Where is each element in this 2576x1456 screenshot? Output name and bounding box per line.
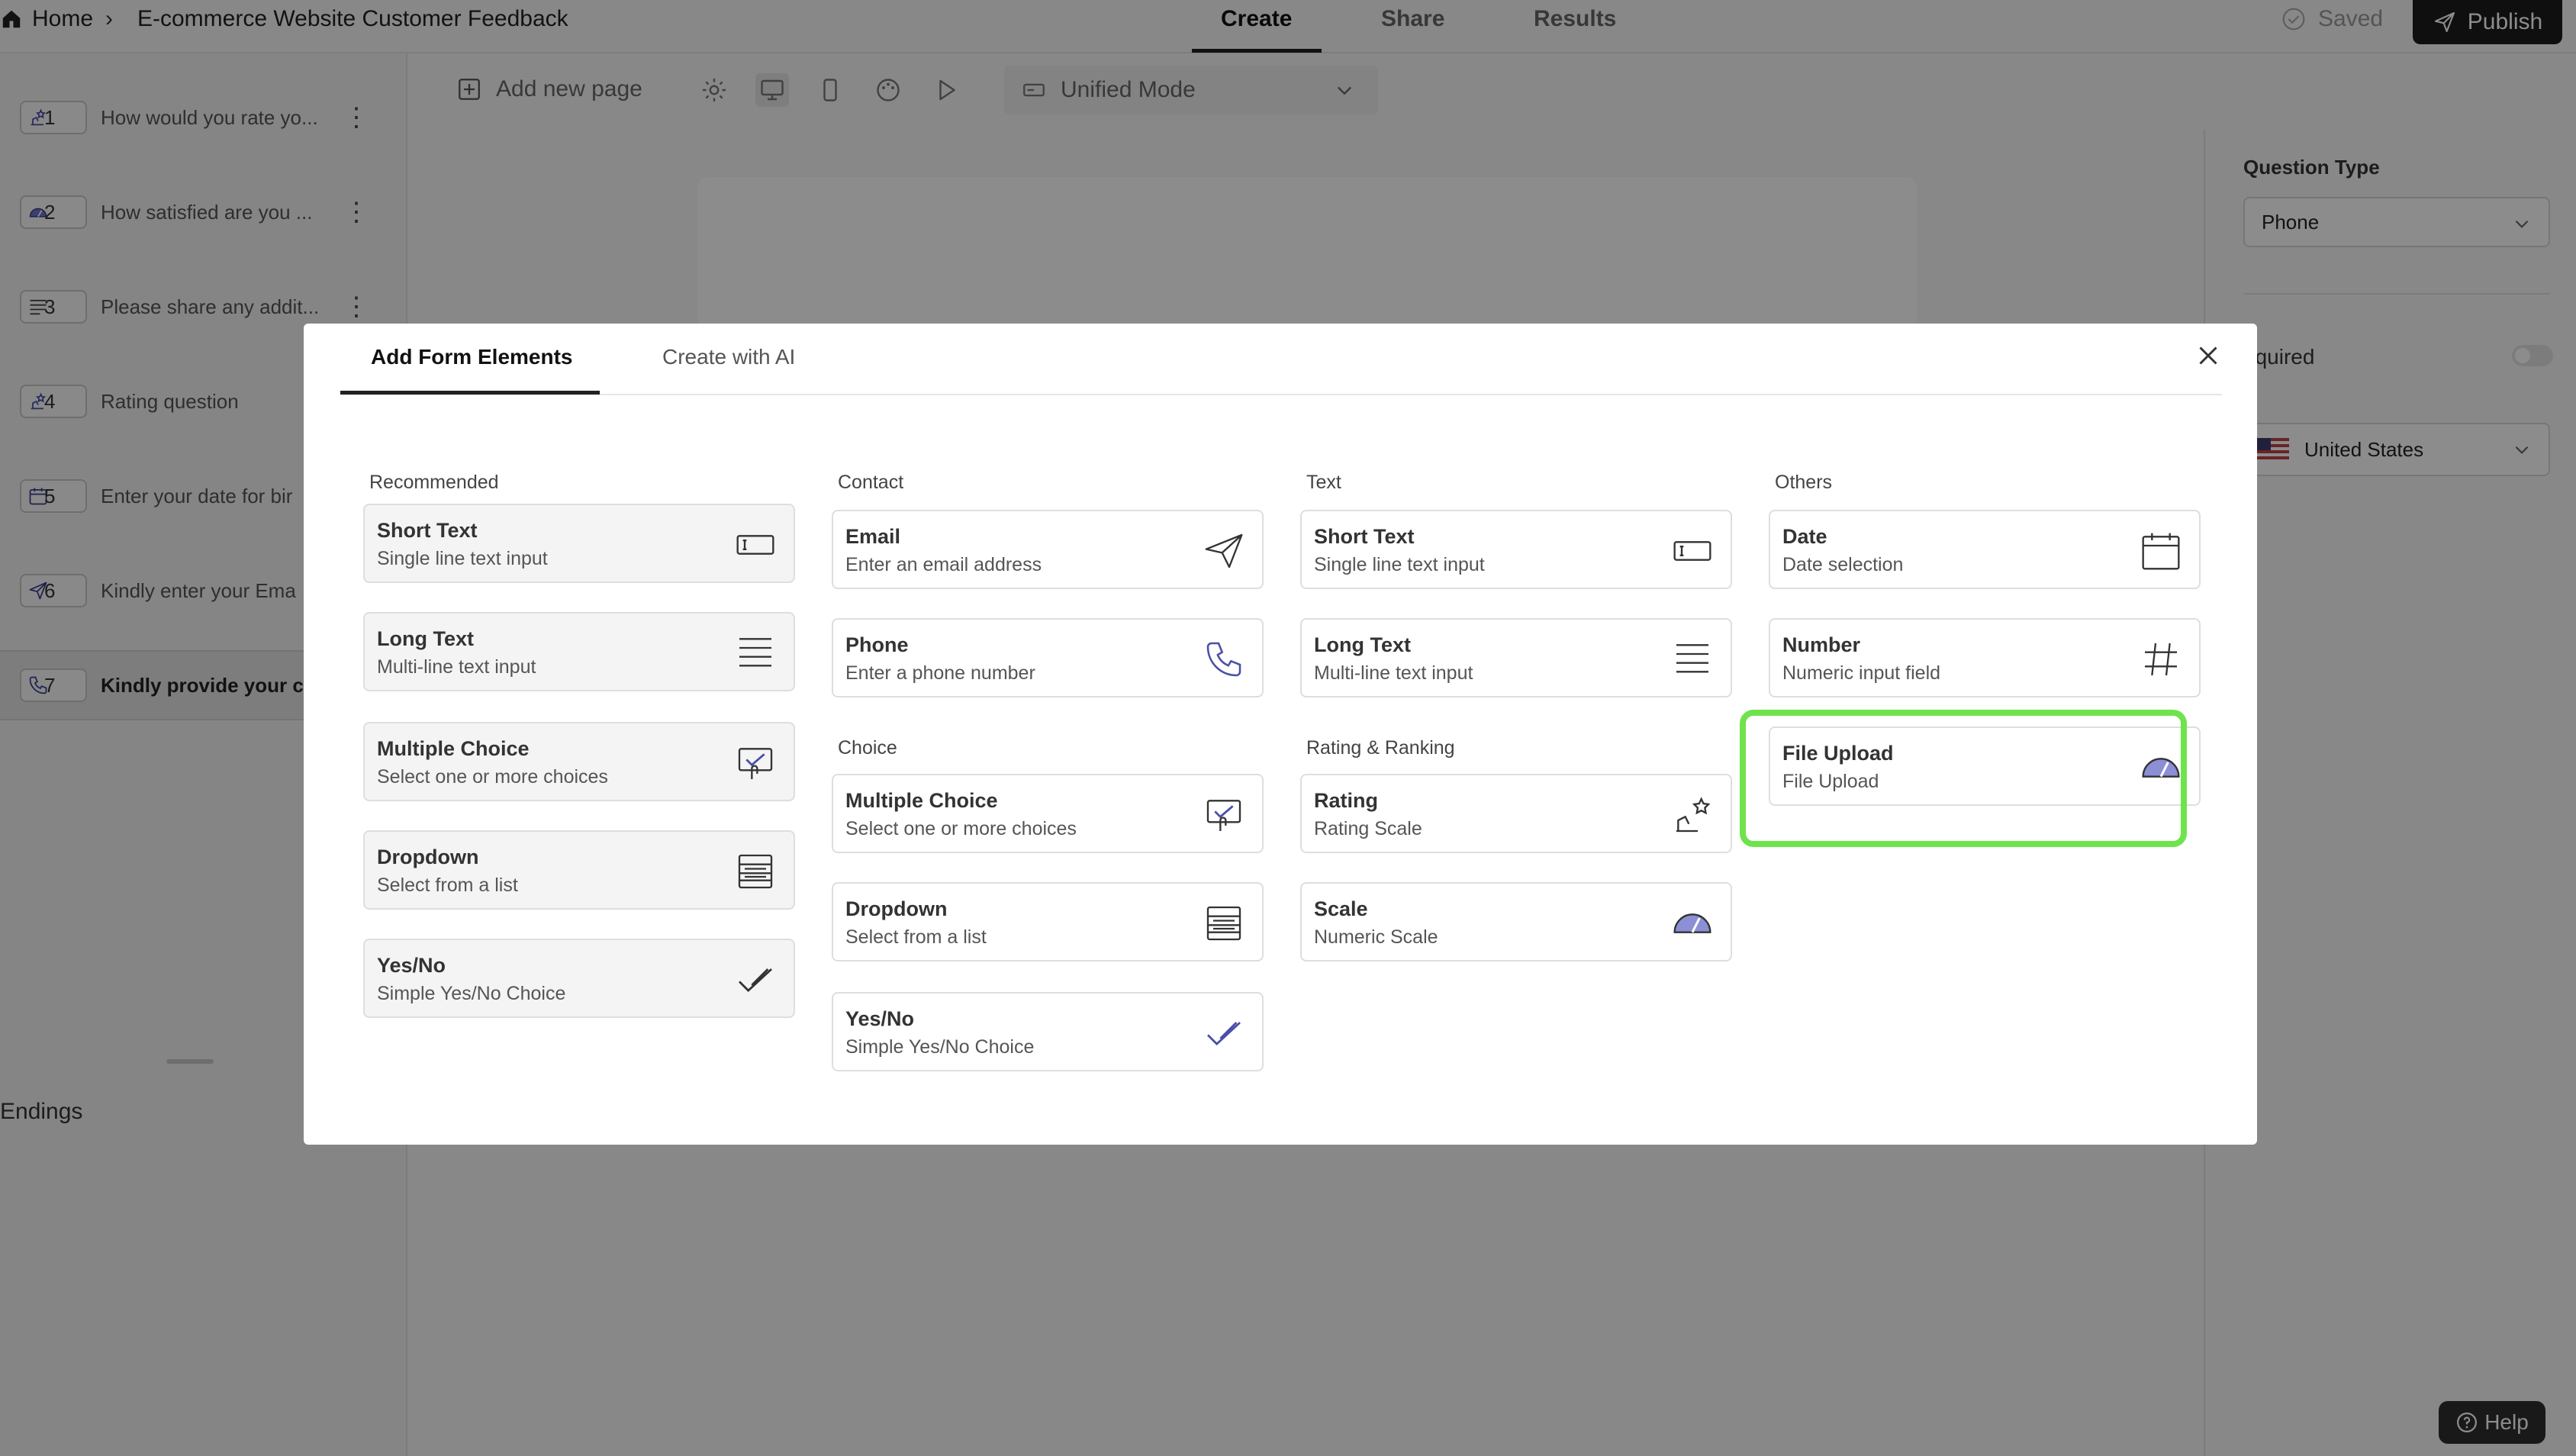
section-others: Others [1775, 472, 1833, 493]
tab-add-form-elements[interactable]: Add Form Elements [371, 345, 572, 369]
element-title: Rating [1314, 789, 1378, 812]
element-title: Multiple Choice [377, 737, 530, 760]
element-email[interactable]: Email Enter an email address [832, 510, 1264, 589]
element-dropdown[interactable]: Dropdown Select from a list [363, 830, 795, 910]
section-contact: Contact [838, 472, 904, 493]
element-title: Number [1782, 633, 1861, 656]
check-icon [1203, 1012, 1245, 1055]
element-title: Date [1782, 525, 1827, 548]
element-subtitle: Single line text input [377, 548, 548, 569]
rating-icon [1671, 794, 1714, 836]
section-choice: Choice [838, 737, 897, 759]
multiple-choice-icon [734, 742, 777, 784]
tab-divider [340, 394, 2222, 395]
hash-icon [2140, 638, 2182, 681]
element-title: Long Text [377, 627, 474, 650]
element-multiple-choice[interactable]: Multiple Choice Select one or more choic… [832, 774, 1264, 853]
element-subtitle: Select one or more choices [377, 766, 608, 788]
element-title: Short Text [1314, 525, 1415, 548]
long-text-icon [1671, 638, 1714, 681]
element-subtitle: Multi-line text input [1314, 662, 1473, 684]
element-scale[interactable]: Scale Numeric Scale [1300, 882, 1732, 962]
element-subtitle: Select from a list [377, 875, 518, 896]
long-text-icon [734, 632, 777, 675]
short-text-icon [734, 523, 777, 566]
element-title: Email [845, 525, 901, 548]
element-title: Dropdown [845, 897, 948, 920]
dropdown-icon [734, 850, 777, 893]
element-subtitle: Enter an email address [845, 554, 1042, 575]
short-text-icon [1671, 530, 1714, 572]
element-long-text[interactable]: Long Text Multi-line text input [1300, 618, 1732, 697]
calendar-icon [2140, 530, 2182, 572]
element-subtitle: Numeric Scale [1314, 926, 1438, 948]
element-title: Dropdown [377, 846, 479, 868]
element-rating[interactable]: Rating Rating Scale [1300, 774, 1732, 853]
element-title: Long Text [1314, 633, 1411, 656]
element-subtitle: Date selection [1782, 554, 1904, 575]
section-recommended: Recommended [369, 472, 499, 493]
element-date[interactable]: Date Date selection [1769, 510, 2201, 589]
element-short-text[interactable]: Short Text Single line text input [1300, 510, 1732, 589]
element-long-text[interactable]: Long Text Multi-line text input [363, 612, 795, 691]
multiple-choice-icon [1203, 794, 1245, 836]
phone-icon [1203, 638, 1245, 681]
element-multiple-choice[interactable]: Multiple Choice Select one or more choic… [363, 722, 795, 801]
element-dropdown[interactable]: Dropdown Select from a list [832, 882, 1264, 962]
scale-icon [1671, 902, 1714, 945]
element-subtitle: Simple Yes/No Choice [845, 1036, 1035, 1058]
element-subtitle: Enter a phone number [845, 662, 1035, 684]
element-title: Yes/No [845, 1007, 915, 1030]
close-icon [2199, 346, 2217, 365]
element-subtitle: Numeric input field [1782, 662, 1941, 684]
element-yes-no[interactable]: Yes/No Simple Yes/No Choice [832, 992, 1264, 1071]
close-button[interactable] [2194, 342, 2233, 380]
element-short-text[interactable]: Short Text Single line text input [363, 504, 795, 583]
element-subtitle: Select from a list [845, 926, 987, 948]
send-icon [1203, 530, 1245, 572]
element-title: Short Text [377, 519, 478, 542]
element-subtitle: Select one or more choices [845, 818, 1077, 839]
element-title: Multiple Choice [845, 789, 998, 812]
element-number[interactable]: Number Numeric input field [1769, 618, 2201, 697]
element-subtitle: Single line text input [1314, 554, 1485, 575]
element-title: Scale [1314, 897, 1368, 920]
file-upload-highlight [1740, 710, 2187, 847]
tab-create-with-ai[interactable]: Create with AI [662, 345, 795, 369]
add-elements-modal: Add Form Elements Create with AI Recomme… [304, 324, 2257, 1145]
element-title: Phone [845, 633, 909, 656]
section-rating-ranking: Rating & Ranking [1306, 737, 1455, 759]
element-subtitle: Simple Yes/No Choice [377, 983, 566, 1004]
dropdown-icon [1203, 902, 1245, 945]
element-subtitle: Multi-line text input [377, 656, 536, 678]
active-tab-underline [340, 391, 600, 395]
element-yes-no[interactable]: Yes/No Simple Yes/No Choice [363, 939, 795, 1018]
element-subtitle: Rating Scale [1314, 818, 1422, 839]
check-icon [734, 958, 777, 1001]
element-title: Yes/No [377, 954, 446, 977]
element-phone[interactable]: Phone Enter a phone number [832, 618, 1264, 697]
section-text: Text [1306, 472, 1341, 493]
